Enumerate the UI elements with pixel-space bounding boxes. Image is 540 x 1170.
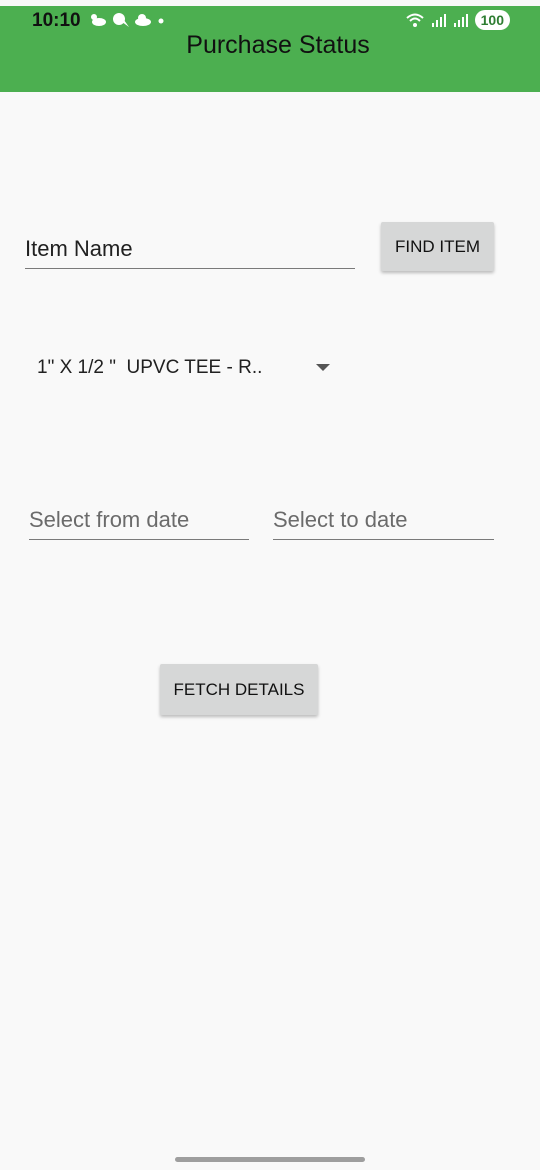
from-date-field[interactable]: Select from date [29, 500, 249, 540]
status-time: 10:10 [32, 10, 81, 31]
fetch-details-button[interactable]: FETCH DETAILS [160, 664, 318, 715]
cloud-icon [135, 14, 151, 26]
item-name-placeholder: Item Name [25, 236, 133, 261]
from-date-placeholder: Select from date [29, 507, 190, 532]
dot-icon [158, 18, 164, 24]
signal-icon [431, 14, 446, 27]
to-date-field[interactable]: Select to date [273, 500, 494, 540]
page-title: Purchase Status [186, 31, 370, 59]
item-name-field[interactable]: Item Name [25, 226, 355, 269]
status-icons-right: 100 [405, 10, 510, 30]
to-date-placeholder: Select to date [273, 507, 408, 532]
dropdown-arrow-icon [316, 364, 330, 371]
notification-icon [113, 13, 129, 27]
gesture-nav-bar[interactable] [175, 1157, 365, 1162]
find-item-button[interactable]: FIND ITEM [381, 222, 494, 271]
spinner-selected-value: 1" X 1/2 " UPVC TEE - R.. [37, 357, 263, 378]
item-spinner[interactable]: 1" X 1/2 " UPVC TEE - R.. [37, 354, 337, 382]
status-icons-left [88, 12, 166, 28]
weather-icon [91, 14, 106, 26]
battery-indicator: 100 [474, 10, 510, 30]
wifi-icon [405, 13, 424, 27]
signal-icon [453, 14, 468, 27]
